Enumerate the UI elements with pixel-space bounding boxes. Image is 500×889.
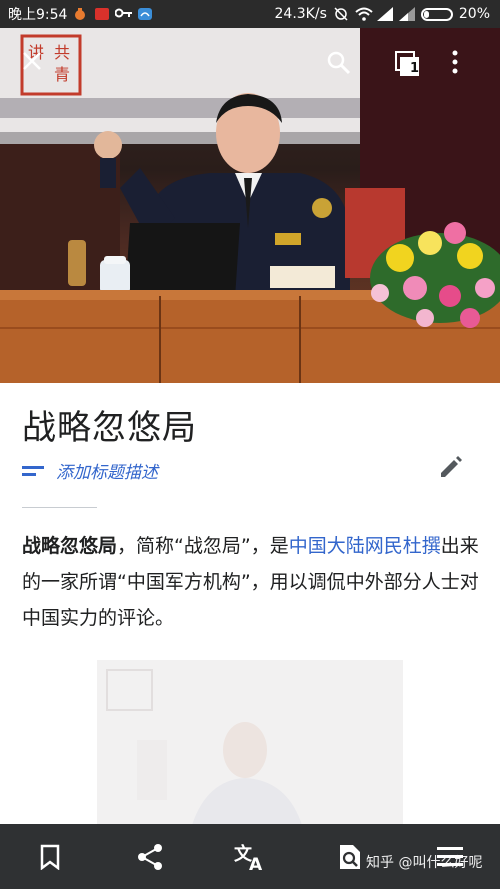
key-icon [114,7,133,21]
tabs-button[interactable]: 1 [393,50,429,86]
close-button[interactable] [21,50,57,86]
edit-button[interactable] [434,452,466,484]
search-icon [327,51,351,75]
wifi-icon [355,7,373,21]
article-link[interactable]: 中国大陆网民杜撰 [289,535,441,557]
article-paragraph: 战略忽悠局，简称“战忽局”，是中国大陆网民杜撰出来的一家所谓“中国军方机构”，用… [22,528,480,636]
battery-icon [420,7,453,21]
hero-image: 讲 共 青 1 [0,28,500,383]
signal-icon [398,7,415,21]
app-badge-icon [95,8,110,20]
add-description-button[interactable]: 添加标题描述 [22,458,158,483]
signal-icon [376,7,393,21]
bookmark-button[interactable] [0,824,100,889]
paragraph-text: ，简称“战忽局”，是 [117,535,289,557]
search-button[interactable] [326,50,362,86]
status-bar: 晚上9:54 24.3K/s 20% [0,0,500,28]
notification-icon [73,7,89,21]
watermark-text: 知乎 @叫什么好呢 [366,855,483,871]
tabs-count: 1 [410,61,420,76]
close-icon [23,52,41,70]
share-button[interactable] [100,824,200,889]
divider [22,507,97,508]
article-image[interactable] [97,660,403,825]
share-icon [138,843,162,870]
bold-term: 战略忽悠局 [22,535,118,557]
svg-text:A: A [249,855,263,872]
battery-percent: 20% [458,6,490,22]
net-speed: 24.3K/s [274,6,327,22]
more-options-button[interactable] [451,50,487,86]
bookmark-icon [40,844,60,870]
description-lines-icon [22,465,44,476]
translate-icon: 文 A [234,843,263,872]
translate-button[interactable]: 文 A [200,824,300,889]
more-icon [452,50,458,74]
cloud-icon [137,7,153,21]
page-title: 战略忽悠局 [22,408,197,448]
find-in-page-icon [340,844,360,869]
alarm-off-icon [333,7,349,21]
faded-photo [97,660,403,825]
pencil-icon [441,456,462,477]
add-description-label: 添加标题描述 [56,463,158,483]
status-time: 晚上9:54 [8,7,68,23]
